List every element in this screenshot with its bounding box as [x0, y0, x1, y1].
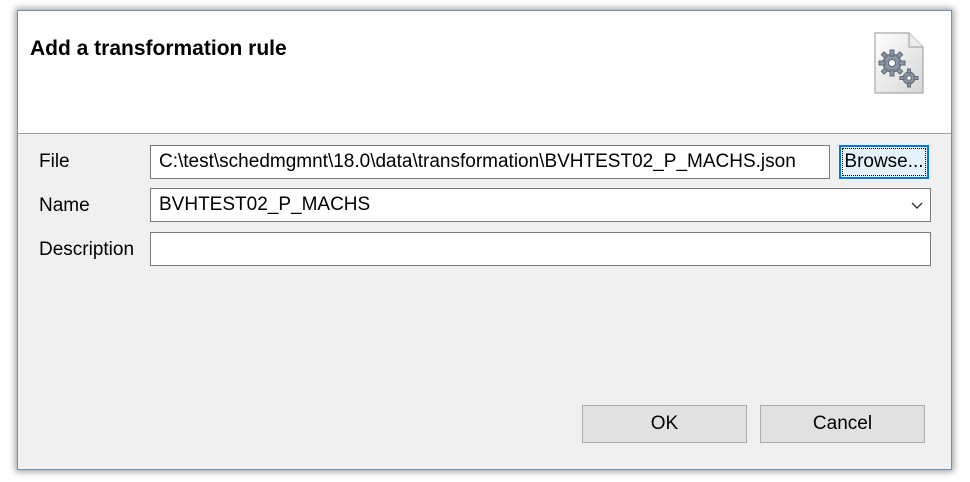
description-field[interactable]: [150, 232, 931, 266]
name-label: Name: [39, 195, 90, 216]
dialog-header: Add a transformation rule: [18, 11, 951, 134]
browse-button[interactable]: Browse...: [839, 145, 929, 179]
browse-button-label: Browse...: [842, 148, 926, 176]
file-label: File: [39, 151, 70, 172]
description-label: Description: [39, 239, 135, 260]
file-path-field[interactable]: C:\test\schedmgmnt\18.0\data\transformat…: [150, 145, 830, 179]
name-value: BVHTEST02_P_MACHS: [159, 194, 371, 215]
chevron-down-icon[interactable]: [910, 198, 924, 212]
gears-file-icon: [874, 32, 924, 94]
cancel-button[interactable]: Cancel: [760, 405, 925, 443]
name-combobox[interactable]: BVHTEST02_P_MACHS: [150, 188, 931, 222]
add-transformation-rule-dialog: Add a transformation rule File C:\test\s…: [17, 10, 952, 470]
ok-button[interactable]: OK: [582, 405, 747, 443]
dialog-title: Add a transformation rule: [30, 37, 287, 60]
